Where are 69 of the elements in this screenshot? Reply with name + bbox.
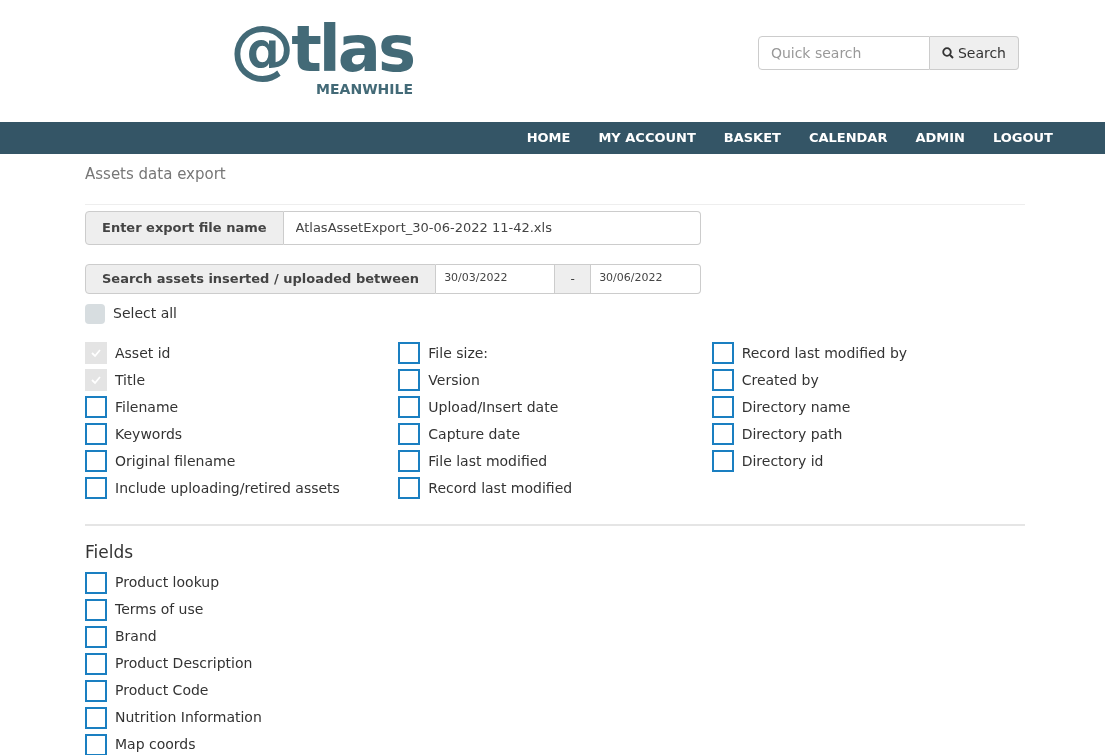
input-label: Search assets inserted / uploaded between: [85, 263, 437, 294]
nav-link[interactable]: CALENDAR: [808, 128, 888, 148]
checkbox[interactable]: [711, 369, 734, 391]
checkbox-label: Directory path: [741, 424, 843, 444]
checkbox-label: Directory name: [741, 397, 851, 417]
range-separator: -: [554, 263, 592, 294]
checkbox[interactable]: [85, 571, 107, 594]
checkbox-label: Map coords: [115, 735, 196, 754]
filename-field[interactable]: AtlasAssetExport_30-06-2022 11-42.xls: [283, 210, 701, 245]
checkbox-label: Title: [115, 370, 145, 390]
checkbox[interactable]: [398, 396, 421, 418]
checkbox[interactable]: [398, 342, 421, 364]
checkbox[interactable]: [398, 450, 421, 472]
checkbox-label: Include uploading/retired assets: [115, 478, 340, 498]
checkbox[interactable]: [398, 423, 421, 445]
checkbox[interactable]: [85, 450, 107, 472]
checkbox[interactable]: [85, 423, 107, 445]
input-label: Enter export file name: [85, 210, 284, 245]
checkbox[interactable]: [711, 423, 734, 445]
checkbox[interactable]: [85, 652, 107, 675]
checkbox-label: Capture date: [428, 424, 520, 444]
logo-wordmark: @tlas: [230, 17, 413, 81]
checkbox-label: Product Code: [115, 681, 209, 700]
checkbox[interactable]: [85, 625, 107, 648]
checkbox-label: File size:: [428, 343, 489, 363]
checkbox-label: Product lookup: [115, 573, 220, 592]
check-icon: [90, 347, 102, 359]
checkbox-label: Product Description: [115, 654, 253, 673]
checkbox-label: Record last modified by: [741, 343, 908, 363]
checkbox[interactable]: [398, 369, 421, 391]
nav-link[interactable]: BASKET: [723, 128, 781, 148]
checkbox-label: Nutrition Information: [115, 708, 262, 727]
checkbox[interactable]: [398, 477, 421, 499]
checkbox[interactable]: [711, 342, 734, 364]
checkbox-label: Brand: [115, 627, 157, 646]
section-heading: Fields: [85, 540, 135, 564]
checkbox[interactable]: [85, 679, 107, 702]
checkbox-label: Asset id: [115, 343, 171, 363]
date-field[interactable]: 30/03/2022: [436, 263, 555, 294]
checkbox[interactable]: [711, 396, 734, 418]
checkbox[interactable]: [85, 598, 107, 621]
search-field[interactable]: Quick search: [757, 36, 930, 70]
nav-link[interactable]: LOGOUT: [992, 128, 1053, 148]
checkbox-label: Select all: [113, 304, 177, 323]
checkbox-label: Filename: [115, 397, 179, 417]
checkbox-label: Original filename: [115, 451, 236, 471]
checkbox-label: File last modified: [428, 451, 548, 471]
nav-link[interactable]: ADMIN: [915, 128, 965, 148]
checkbox-label: Directory id: [741, 451, 824, 471]
logo-tagline: MEANWHILE: [316, 81, 413, 97]
checkbox-label: Upload/Insert date: [428, 397, 559, 417]
page-title: Assets data export: [85, 164, 227, 185]
checkbox[interactable]: [85, 706, 107, 729]
check-icon: [90, 374, 102, 386]
nav-link[interactable]: MY ACCOUNT: [598, 128, 696, 148]
checkbox[interactable]: [85, 396, 107, 418]
checkbox-label: Keywords: [115, 424, 183, 444]
checkbox-label: Record last modified: [428, 478, 573, 498]
search-icon: [941, 47, 954, 59]
checkbox[interactable]: [711, 450, 734, 472]
date-field[interactable]: 30/06/2022: [591, 263, 701, 294]
checkbox[interactable]: [85, 733, 107, 755]
checkbox[interactable]: [85, 477, 107, 499]
checkbox-label: Version: [428, 370, 480, 390]
checkbox-label: Created by: [741, 370, 819, 390]
search-button[interactable]: Search: [929, 36, 1019, 70]
nav-link[interactable]: HOME: [526, 128, 571, 148]
checkbox-label: Terms of use: [115, 600, 204, 619]
select-all-checkbox[interactable]: [85, 303, 105, 324]
